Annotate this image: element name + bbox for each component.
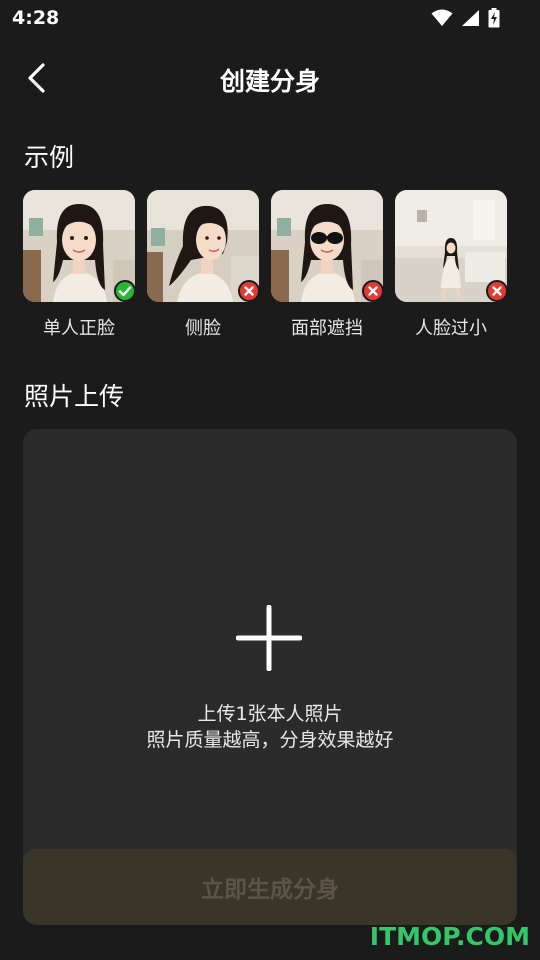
upload-button[interactable] [235,604,303,672]
status-icons [431,8,500,32]
close-icon [368,286,378,296]
examples-section-title: 示例 [24,143,75,172]
generate-avatar-button[interactable]: 立即生成分身 [23,849,517,925]
invalid-badge [486,280,508,302]
example-item-face-covered: 面部遮挡 [271,190,384,350]
battery-charging-icon [488,8,500,32]
valid-badge [114,280,136,302]
example-label: 侧脸 [185,318,221,339]
examples-list: 单人正脸 侧脸 面部遮挡 人脸过小 [23,190,508,350]
cellular-signal-icon [461,9,480,31]
upload-card[interactable]: 上传1张本人照片 照片质量越高，分身效果越好 立即生成分身 [23,429,517,925]
wifi-icon [431,9,453,31]
close-icon [244,286,254,296]
invalid-badge [362,280,384,302]
invalid-badge [238,280,260,302]
example-item-side-face: 侧脸 [147,190,260,350]
example-label: 人脸过小 [415,318,487,339]
check-icon [118,286,132,297]
upload-hint-line2: 照片质量越高，分身效果越好 [146,729,394,751]
page-title: 创建分身 [219,67,320,96]
upload-section-title: 照片上传 [24,382,125,411]
create-avatar-screen: 4:28 创建分身 示例 单人正脸 侧脸 面部遮挡 人脸过小 照片上传 上传1张… [0,0,540,960]
watermark: ITMOP.COM [369,922,530,951]
upload-hint-line1: 上传1张本人照片 [197,703,343,725]
close-icon [492,286,502,296]
status-time: 4:28 [12,7,60,29]
example-label: 面部遮挡 [291,318,363,339]
example-item-front-face: 单人正脸 [23,190,136,350]
example-item-face-too-small: 人脸过小 [395,190,508,350]
status-bar: 4:28 [0,0,540,36]
example-label: 单人正脸 [43,318,115,339]
plus-icon [235,604,303,672]
